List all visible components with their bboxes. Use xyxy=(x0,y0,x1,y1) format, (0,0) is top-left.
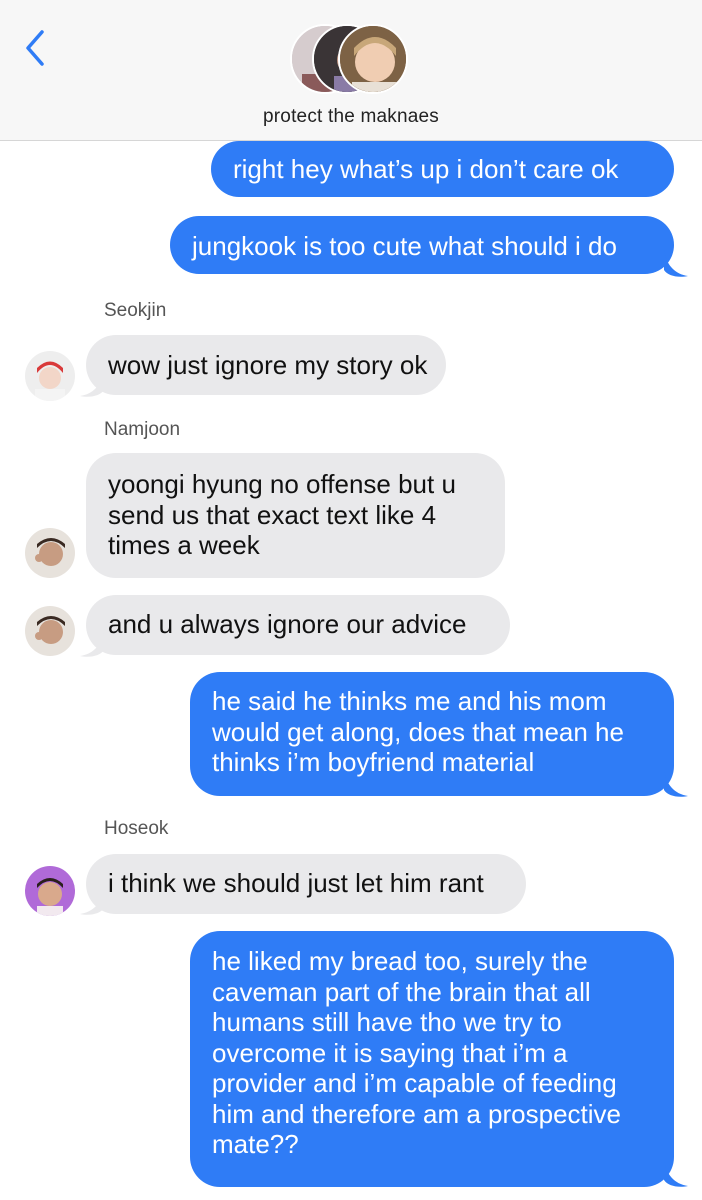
message-line: overcome it is saying that i’m a xyxy=(212,1037,568,1068)
bubble-tail xyxy=(80,630,104,657)
message-line: i think we should just let him rant xyxy=(108,868,484,898)
incoming-message[interactable]: i think we should just let him rant xyxy=(86,854,526,914)
outgoing-message[interactable]: he said he thinks me and his mom would g… xyxy=(190,672,674,796)
group-name[interactable]: protect the maknaes xyxy=(0,106,702,128)
avatar-seokjin[interactable] xyxy=(25,351,75,401)
message-line: caveman part of the brain that all xyxy=(212,976,591,1007)
message-line: he said he thinks me and his mom xyxy=(212,686,607,716)
message-line: times a week xyxy=(108,530,260,560)
outgoing-message[interactable]: jungkook is too cute what should i do xyxy=(170,216,674,274)
message-line: provider and i’m capable of feeding xyxy=(212,1068,617,1098)
incoming-message[interactable]: and u always ignore our advice xyxy=(86,595,510,655)
message-line: humans still have tho we try to xyxy=(212,1007,562,1037)
avatar-namjoon[interactable] xyxy=(25,528,75,578)
message-line: him and therefore am a prospective xyxy=(212,1098,621,1129)
avatar-namjoon[interactable] xyxy=(25,606,75,656)
chat-header: protect the maknaes xyxy=(0,0,702,141)
bubble-tail xyxy=(664,1160,688,1187)
message-line: would get along, does that mean he xyxy=(212,716,624,747)
incoming-message[interactable]: wow just ignore my story ok xyxy=(86,335,446,395)
message-line: and u always ignore our advice xyxy=(108,609,467,639)
avatar-hoseok[interactable] xyxy=(25,866,75,916)
chevron-left-icon xyxy=(26,30,44,66)
message-line: right hey what’s up i don’t care ok xyxy=(233,154,619,184)
back-button[interactable] xyxy=(20,28,52,68)
sender-name: Namjoon xyxy=(104,419,181,440)
sender-name: Hoseok xyxy=(104,818,169,839)
outgoing-message[interactable]: right hey what’s up i don’t care ok xyxy=(211,141,674,197)
outgoing-message[interactable]: he liked my bread too, surely the cavema… xyxy=(190,931,674,1187)
message-line: send us that exact text like 4 xyxy=(108,499,437,530)
bubble-tail xyxy=(664,770,688,797)
message-line: jungkook is too cute what should i do xyxy=(192,231,617,261)
group-avatar-stack[interactable] xyxy=(286,24,426,96)
message-line: he liked my bread too, surely the xyxy=(212,946,588,976)
sender-name: Seokjin xyxy=(104,300,167,321)
message-line: wow just ignore my story ok xyxy=(108,350,428,380)
member-avatar xyxy=(338,24,408,94)
message-line: thinks i’m boyfriend material xyxy=(212,747,535,777)
message-line: yoongi hyung no offense but u xyxy=(108,469,456,499)
bubble-tail xyxy=(664,250,688,277)
incoming-message[interactable]: yoongi hyung no offense but u send us th… xyxy=(86,453,505,578)
message-line: mate?? xyxy=(212,1129,299,1159)
bubble-tail xyxy=(80,888,104,915)
bubble-tail xyxy=(80,370,104,397)
